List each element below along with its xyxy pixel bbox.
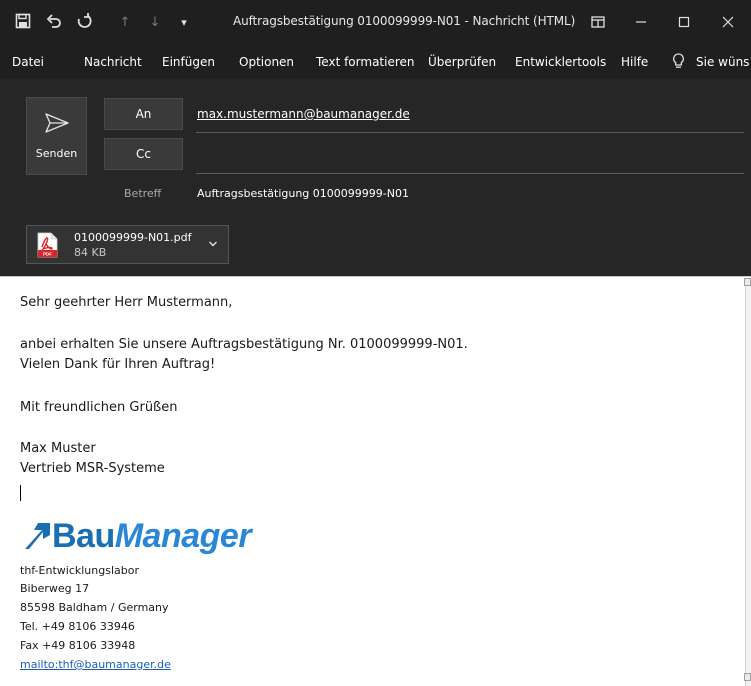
to-field-underline (196, 132, 744, 133)
subject-input[interactable]: Auftragsbestätigung 0100099999-N01 (197, 187, 409, 200)
text-cursor (20, 485, 21, 501)
menu-hilfe[interactable]: Hilfe (621, 55, 648, 69)
scroll-up-button[interactable] (744, 278, 751, 286)
attachment-name: 0100099999-N01.pdf (74, 231, 192, 244)
window-title: Auftragsbestätigung 0100099999-N01 - Nac… (233, 14, 576, 28)
arrow-down-icon[interactable]: ↓ (148, 13, 162, 33)
attachment-card[interactable]: PDF 0100099999-N01.pdf 84 KB (26, 225, 229, 264)
body-greeting: Sehr geehrter Herr Mustermann, (20, 295, 233, 310)
ribbon-display-icon[interactable] (578, 9, 618, 35)
redo-icon[interactable] (75, 13, 93, 33)
body-line-2: Vielen Dank für Ihren Auftrag! (20, 357, 216, 372)
minimize-icon[interactable] (621, 9, 661, 35)
scroll-down-button[interactable] (744, 673, 751, 681)
cc-input[interactable] (196, 140, 744, 170)
body-line-1: anbei erhalten Sie unsere Auftragsbestät… (20, 337, 468, 352)
arrow-up-icon[interactable]: ↑ (118, 13, 132, 33)
vertical-scrollbar[interactable] (745, 278, 751, 686)
body-sender-name: Max Muster (20, 441, 96, 456)
signature-mail-link[interactable]: mailto:thf@baumanager.de (20, 658, 171, 671)
body-sender-role: Vertrieb MSR-Systeme (20, 461, 165, 476)
signature-city: 85598 Baldham / Germany (20, 601, 169, 614)
customize-toolbar-icon[interactable]: ▾ (177, 13, 191, 33)
body-closing: Mit freundlichen Grüßen (20, 400, 178, 415)
signature-company: thf-Entwicklungslabor (20, 564, 139, 577)
tell-me-search[interactable]: Sie wüns (696, 55, 749, 69)
menu-ueberpruefen[interactable]: Überprüfen (428, 55, 496, 69)
signature-tel: Tel. +49 8106 33946 (20, 620, 135, 633)
logo-arrow-icon (25, 523, 50, 549)
undo-icon[interactable] (45, 13, 63, 33)
save-icon[interactable] (14, 13, 32, 33)
svg-text:PDF: PDF (43, 252, 52, 257)
cc-button[interactable]: Cc (104, 138, 183, 170)
maximize-icon[interactable] (664, 9, 704, 35)
ribbon-menu-bar: Datei Nachricht Einfügen Optionen Text f… (0, 47, 751, 79)
menu-text-formatieren[interactable]: Text formatieren (316, 55, 415, 69)
chevron-down-icon[interactable] (208, 239, 218, 249)
menu-entwicklertools[interactable]: Entwicklertools (515, 55, 606, 69)
menu-optionen[interactable]: Optionen (239, 55, 294, 69)
send-button[interactable]: Senden (26, 97, 87, 175)
lightbulb-icon[interactable] (672, 53, 685, 72)
close-icon[interactable] (708, 9, 748, 35)
subject-label: Betreff (124, 187, 162, 200)
menu-datei[interactable]: Datei (12, 55, 44, 69)
pdf-file-icon: PDF (37, 232, 58, 258)
cc-field-underline (196, 173, 744, 174)
menu-einfuegen[interactable]: Einfügen (162, 55, 215, 69)
to-button[interactable]: An (104, 98, 183, 130)
send-label: Senden (35, 147, 78, 160)
signature-street: Biberweg 17 (20, 582, 90, 595)
send-icon (45, 113, 69, 133)
baumanager-logo: BauManager (22, 518, 252, 554)
menu-nachricht[interactable]: Nachricht (84, 55, 142, 69)
to-recipient[interactable]: max.mustermann@baumanager.de (197, 107, 410, 121)
attachment-size: 84 KB (74, 246, 107, 259)
title-bar: ↑ ↓ ▾ Auftragsbestätigung 0100099999-N01… (0, 0, 751, 47)
signature-fax: Fax +49 8106 33948 (20, 639, 136, 652)
